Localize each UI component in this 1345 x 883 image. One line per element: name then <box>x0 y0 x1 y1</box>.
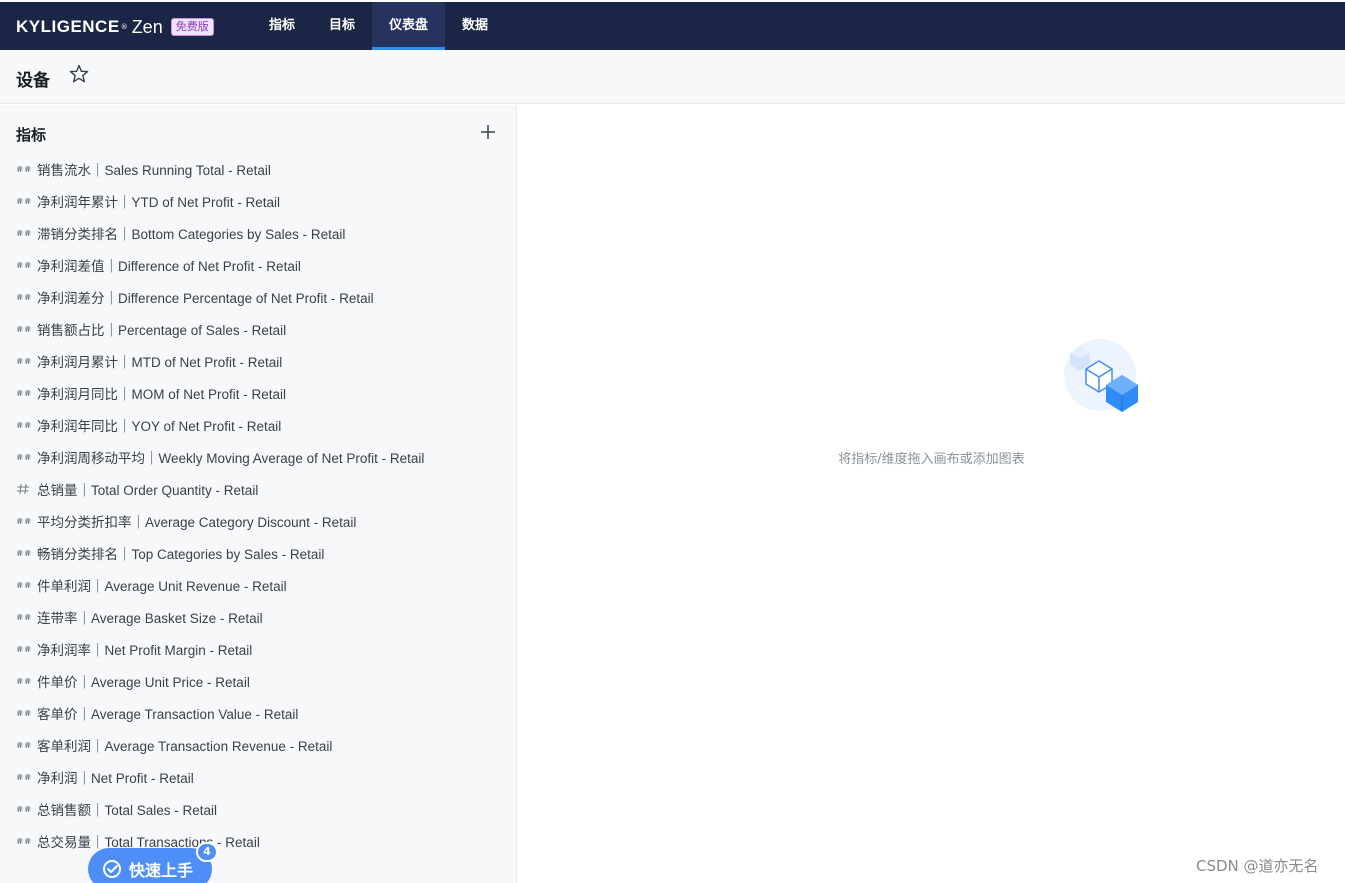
metric-label: 净利润周移动平均｜Weekly Moving Average of Net Pr… <box>37 451 425 466</box>
derived-metric-icon <box>17 645 31 653</box>
plus-icon[interactable] <box>480 124 496 140</box>
brand-logo[interactable]: KYLIGENCE ® Zen 免费版 <box>16 16 214 38</box>
derived-metric-icon <box>17 773 31 781</box>
atomic-metric-icon <box>17 483 29 495</box>
nav-tab-data[interactable]: 数据 <box>445 2 505 50</box>
nav-tab-dashboards[interactable]: 仪表盘 <box>372 2 446 50</box>
derived-metric-icon <box>17 389 31 397</box>
metric-list-item[interactable]: 件单价｜Average Unit Price - Retail <box>0 665 516 697</box>
metric-list-item[interactable]: 滞销分类排名｜Bottom Categories by Sales - Reta… <box>0 217 516 249</box>
metric-list-item[interactable]: 总销量｜Total Order Quantity - Retail <box>0 473 516 505</box>
derived-metric-icon <box>17 549 31 557</box>
metric-label: 净利润月同比｜MOM of Net Profit - Retail <box>37 387 287 402</box>
metric-label: 总销量｜Total Order Quantity - Retail <box>37 483 259 498</box>
free-edition-badge: 免费版 <box>170 18 214 36</box>
metric-list-item[interactable]: 件单利润｜Average Unit Revenue - Retail <box>0 569 516 601</box>
canvas-empty-hint: 将指标/维度拖入画布或添加图表 <box>838 452 1025 467</box>
derived-metric-icon <box>17 741 31 749</box>
page-title[interactable]: 设备 <box>16 66 50 91</box>
metric-label: 净利润差值｜Difference of Net Profit - Retail <box>37 259 301 274</box>
metric-label: 连带率｜Average Basket Size - Retail <box>37 611 263 626</box>
quick-start-label: 快速上手 <box>129 861 194 880</box>
metric-list-item[interactable]: 连带率｜Average Basket Size - Retail <box>0 601 516 633</box>
metric-list-item[interactable]: 净利润年同比｜YOY of Net Profit - Retail <box>0 409 516 441</box>
metric-list-item[interactable]: 平均分类折扣率｜Average Category Discount - Reta… <box>0 505 516 537</box>
derived-metric-icon <box>17 229 31 237</box>
metric-list-item[interactable]: 净利润｜Net Profit - Retail <box>0 761 516 793</box>
metric-list-item[interactable]: 净利润月同比｜MOM of Net Profit - Retail <box>0 377 516 409</box>
top-navbar: KYLIGENCE ® Zen 免费版 指标 目标 仪表盘 数据 <box>0 0 1345 50</box>
metric-label: 总销售额｜Total Sales - Retail <box>37 803 218 818</box>
metrics-panel: 指标 销售流水｜Sales Running Total - Retail 净利润年… <box>0 105 517 883</box>
derived-metric-icon <box>17 581 31 589</box>
derived-metric-icon <box>17 517 31 525</box>
derived-metric-icon <box>17 805 31 813</box>
metric-list-item[interactable]: 净利润率｜Net Profit Margin - Retail <box>0 633 516 665</box>
derived-metric-icon <box>17 197 31 205</box>
quick-start-button[interactable]: 快速上手 <box>88 848 212 883</box>
cubes-illustration <box>1064 339 1138 412</box>
metric-label: 件单价｜Average Unit Price - Retail <box>37 675 250 690</box>
metric-label: 净利润年累计｜YTD of Net Profit - Retail <box>37 195 281 210</box>
check-circle-icon <box>103 860 121 878</box>
main-nav: 指标 目标 仪表盘 数据 <box>252 2 505 50</box>
metric-label: 净利润率｜Net Profit Margin - Retail <box>37 643 253 658</box>
derived-metric-icon <box>17 293 31 301</box>
metric-list-item[interactable]: 客单价｜Average Transaction Value - Retail <box>0 697 516 729</box>
page-header: 设备 <box>0 50 1345 104</box>
nav-tab-metrics[interactable]: 指标 <box>252 2 312 50</box>
star-outline-icon[interactable] <box>69 64 89 84</box>
metric-label: 客单价｜Average Transaction Value - Retail <box>37 707 299 722</box>
metric-label: 平均分类折扣率｜Average Category Discount - Reta… <box>37 515 357 530</box>
metric-label: 净利润年同比｜YOY of Net Profit - Retail <box>37 419 282 434</box>
metric-list-item[interactable]: 总销售额｜Total Sales - Retail <box>0 793 516 825</box>
metric-label: 销售流水｜Sales Running Total - Retail <box>37 163 271 178</box>
quick-start-count-badge: 4 <box>196 842 218 862</box>
derived-metric-icon <box>17 709 31 717</box>
derived-metric-icon <box>17 261 31 269</box>
dashboard-canvas[interactable]: 将指标/维度拖入画布或添加图表 <box>518 105 1345 883</box>
brand-name: KYLIGENCE <box>16 17 120 36</box>
metric-list-item[interactable]: 净利润月累计｜MTD of Net Profit - Retail <box>0 345 516 377</box>
derived-metric-icon <box>17 837 31 845</box>
metric-label: 滞销分类排名｜Bottom Categories by Sales - Reta… <box>37 227 346 242</box>
metrics-panel-title: 指标 <box>16 126 47 144</box>
metric-list-item[interactable]: 畅销分类排名｜Top Categories by Sales - Retail <box>0 537 516 569</box>
metric-label: 销售额占比｜Percentage of Sales - Retail <box>37 323 287 338</box>
metric-list-item[interactable]: 净利润差值｜Difference of Net Profit - Retail <box>0 249 516 281</box>
metric-label: 净利润差分｜Difference Percentage of Net Profi… <box>37 291 374 306</box>
derived-metric-icon <box>17 165 31 173</box>
metric-list-item[interactable]: 净利润年累计｜YTD of Net Profit - Retail <box>0 185 516 217</box>
metric-list-item[interactable]: 净利润差分｜Difference Percentage of Net Profi… <box>0 281 516 313</box>
metric-label: 件单利润｜Average Unit Revenue - Retail <box>37 579 287 594</box>
metric-list-item[interactable]: 客单利润｜Average Transaction Revenue - Retai… <box>0 729 516 761</box>
metric-label: 畅销分类排名｜Top Categories by Sales - Retail <box>37 547 325 562</box>
metric-list: 销售流水｜Sales Running Total - Retail 净利润年累计｜… <box>0 153 516 857</box>
brand-product-name: Zen <box>131 16 163 37</box>
metric-label: 净利润｜Net Profit - Retail <box>37 771 194 786</box>
metric-list-item[interactable]: 销售额占比｜Percentage of Sales - Retail <box>0 313 516 345</box>
brand-registered-mark: ® <box>120 23 128 31</box>
window-edge <box>0 0 1345 2</box>
derived-metric-icon <box>17 613 31 621</box>
metric-label: 客单利润｜Average Transaction Revenue - Retai… <box>37 739 333 754</box>
derived-metric-icon <box>17 325 31 333</box>
metric-list-item[interactable]: 总交易量｜Total Transactions - Retail <box>0 825 516 857</box>
metric-list-item[interactable]: 销售流水｜Sales Running Total - Retail <box>0 153 516 185</box>
metric-list-item[interactable]: 净利润周移动平均｜Weekly Moving Average of Net Pr… <box>0 441 516 473</box>
derived-metric-icon <box>17 453 31 461</box>
watermark: CSDN @道亦无名 <box>1196 857 1319 875</box>
derived-metric-icon <box>17 677 31 685</box>
derived-metric-icon <box>17 357 31 365</box>
derived-metric-icon <box>17 421 31 429</box>
metric-label: 净利润月累计｜MTD of Net Profit - Retail <box>37 355 283 370</box>
nav-tab-goals[interactable]: 目标 <box>312 2 372 50</box>
